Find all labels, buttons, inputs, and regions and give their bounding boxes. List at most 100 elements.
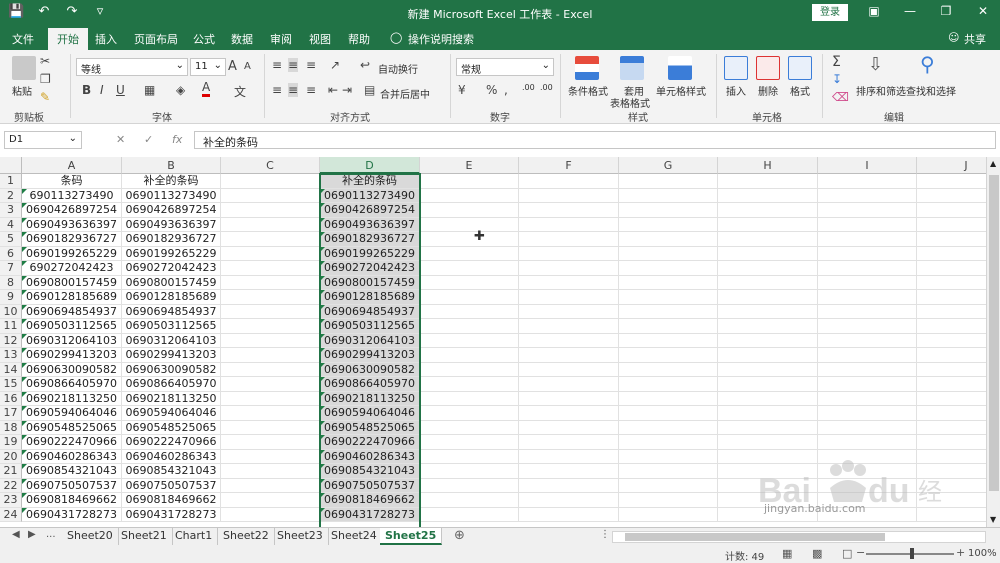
table-cell[interactable] — [420, 435, 519, 450]
table-cell[interactable]: 0690199265229 — [22, 246, 122, 261]
table-cell[interactable]: 0690128185689 — [22, 290, 122, 305]
table-cell[interactable]: 0690113273490 — [122, 188, 221, 203]
number-format-select[interactable]: 常规 ⌄ — [456, 58, 554, 76]
column-header-e[interactable]: E — [420, 157, 519, 174]
table-cell[interactable] — [619, 246, 718, 261]
table-cell[interactable] — [818, 362, 917, 377]
clear-icon[interactable]: ⌫ — [832, 90, 849, 104]
table-cell[interactable] — [718, 464, 818, 479]
table-cell[interactable]: 0690548525065 — [320, 420, 420, 435]
table-cell[interactable] — [917, 174, 986, 189]
table-cell[interactable] — [619, 348, 718, 363]
table-cell[interactable]: 0690866405970 — [22, 377, 122, 392]
table-cell[interactable] — [420, 362, 519, 377]
column-header-j[interactable]: J — [917, 157, 986, 174]
align-left-icon[interactable]: ≡ — [272, 83, 282, 97]
table-cell[interactable] — [519, 333, 619, 348]
table-cell[interactable]: 0690199265229 — [122, 246, 221, 261]
zoom-level[interactable]: 100% — [968, 548, 997, 559]
tab-page-layout[interactable]: 页面布局 — [134, 31, 178, 47]
delete-cells-icon[interactable] — [756, 56, 780, 80]
table-cell[interactable]: 0690426897254 — [22, 203, 122, 218]
table-cell[interactable] — [718, 174, 818, 189]
enter-icon[interactable]: ✓ — [144, 133, 153, 146]
font-size-select[interactable]: 11 ⌄ — [190, 58, 226, 76]
row-header[interactable]: 10 — [0, 304, 22, 319]
table-cell[interactable] — [519, 232, 619, 247]
table-cell[interactable] — [420, 391, 519, 406]
table-cell[interactable] — [718, 275, 818, 290]
table-cell[interactable]: 0690750507537 — [320, 478, 420, 493]
conditional-format-icon[interactable] — [575, 56, 599, 80]
table-cell[interactable]: 0690113273490 — [320, 188, 420, 203]
page-break-view-icon[interactable]: □ — [842, 547, 852, 560]
table-cell[interactable]: 0690218113250 — [122, 391, 221, 406]
table-cell[interactable]: 0690299413203 — [122, 348, 221, 363]
next-sheet-icon[interactable]: ▶ — [28, 529, 36, 540]
align-center-icon[interactable]: ≡ — [288, 83, 299, 97]
ribbon-display-icon[interactable]: ▣ — [866, 4, 882, 18]
delete-cells-button[interactable]: 删除 — [758, 83, 778, 98]
table-cell[interactable] — [718, 449, 818, 464]
table-cell[interactable]: 0690503112565 — [22, 319, 122, 334]
table-cell[interactable] — [818, 275, 917, 290]
table-cell[interactable] — [519, 290, 619, 305]
table-cell[interactable] — [917, 508, 986, 522]
table-cell[interactable] — [519, 377, 619, 392]
table-cell[interactable]: 0690222470966 — [122, 435, 221, 450]
table-cell[interactable]: 0690503112565 — [320, 319, 420, 334]
align-middle-icon[interactable]: ≡ — [288, 58, 299, 72]
table-cell[interactable] — [619, 435, 718, 450]
table-cell[interactable] — [420, 478, 519, 493]
table-cell[interactable] — [818, 420, 917, 435]
table-cell[interactable] — [818, 348, 917, 363]
table-cell[interactable]: 0690800157459 — [122, 275, 221, 290]
table-cell[interactable] — [221, 319, 320, 334]
row-header[interactable]: 24 — [0, 507, 22, 522]
table-cell[interactable] — [221, 478, 320, 493]
table-cell[interactable] — [519, 261, 619, 276]
row-header[interactable]: 15 — [0, 377, 22, 392]
table-cell[interactable] — [221, 217, 320, 232]
table-cell[interactable] — [221, 174, 320, 189]
sheet-tab[interactable]: Sheet20 — [62, 528, 119, 545]
copy-icon[interactable]: ❐ — [40, 72, 51, 86]
table-cell[interactable] — [718, 246, 818, 261]
table-cell[interactable] — [718, 319, 818, 334]
sort-filter-icon[interactable]: ⇩ — [868, 54, 883, 75]
table-cell[interactable]: 0690431728273 — [122, 507, 221, 522]
table-cell[interactable]: 0690199265229 — [320, 246, 420, 261]
table-cell[interactable]: 0690312064103 — [122, 333, 221, 348]
scroll-down-icon[interactable]: ▼ — [990, 515, 996, 524]
row-header[interactable]: 23 — [0, 493, 22, 508]
table-cell[interactable] — [619, 420, 718, 435]
table-cell[interactable]: 0690299413203 — [22, 348, 122, 363]
table-cell[interactable]: 0690222470966 — [22, 435, 122, 450]
table-cell[interactable] — [420, 203, 519, 218]
table-cell[interactable] — [221, 464, 320, 479]
more-sheets-icon[interactable]: ... — [46, 529, 56, 540]
table-cell[interactable] — [519, 435, 619, 450]
bold-button[interactable]: B — [82, 83, 91, 97]
table-cell[interactable]: 0690866405970 — [320, 377, 420, 392]
table-cell[interactable] — [619, 406, 718, 421]
table-cell[interactable] — [420, 290, 519, 305]
table-cell[interactable]: 0690493636397 — [22, 217, 122, 232]
table-cell[interactable] — [519, 362, 619, 377]
table-cell[interactable] — [818, 232, 917, 247]
table-cell[interactable] — [818, 290, 917, 305]
align-bottom-icon[interactable]: ≡ — [306, 58, 316, 72]
table-cell[interactable] — [818, 203, 917, 218]
row-header[interactable]: 7 — [0, 261, 22, 276]
table-cell[interactable] — [221, 449, 320, 464]
table-cell[interactable] — [818, 464, 917, 479]
table-cell[interactable] — [818, 449, 917, 464]
sheet-tab[interactable]: Sheet21 — [116, 528, 173, 545]
table-cell[interactable] — [221, 304, 320, 319]
table-cell[interactable] — [917, 290, 986, 305]
column-header-c[interactable]: C — [221, 157, 320, 174]
paste-icon[interactable] — [12, 56, 36, 80]
table-cell[interactable] — [917, 406, 986, 421]
table-cell[interactable]: 0690630090582 — [22, 362, 122, 377]
maximize-icon[interactable]: ❐ — [938, 4, 954, 18]
